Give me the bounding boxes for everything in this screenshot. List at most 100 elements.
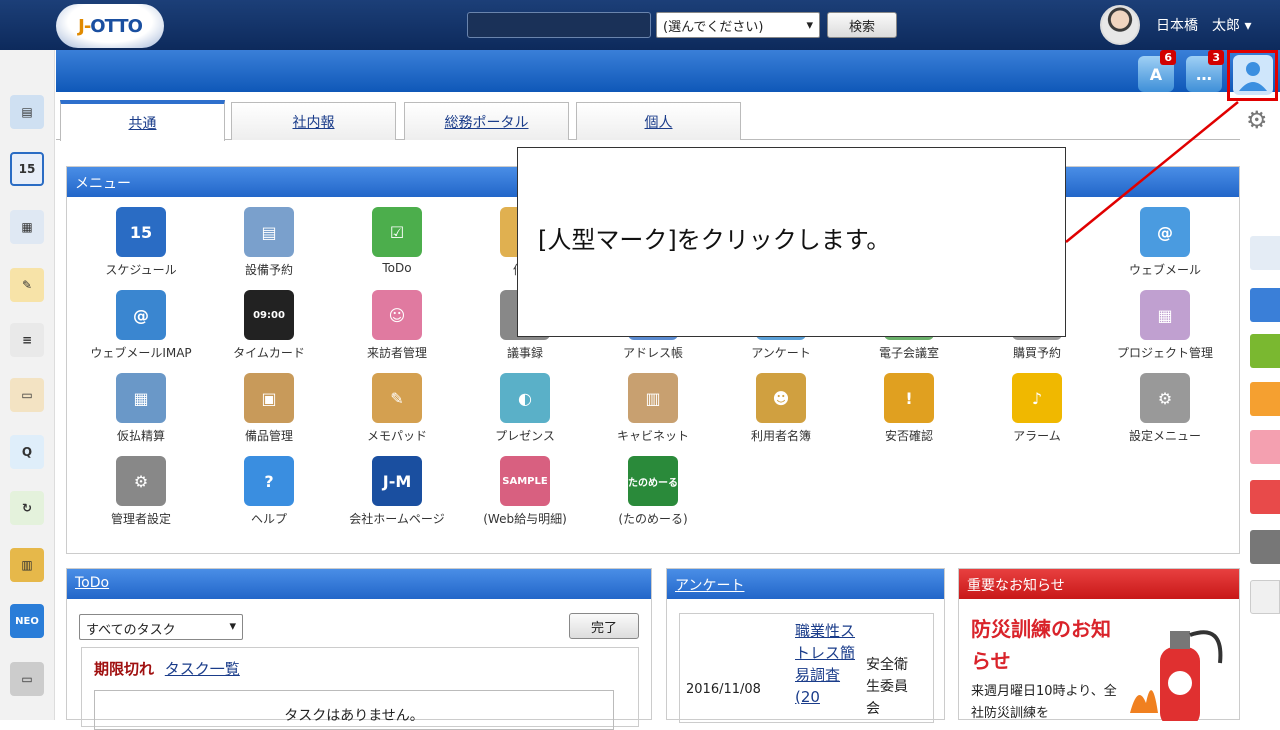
user-avatar[interactable] — [1100, 5, 1140, 45]
survey-row: 2016/11/08 職業性ストレス簡易調査(20 安全衛生委員会 — [679, 613, 934, 723]
menu-item-label: 仮払精算 — [116, 429, 165, 443]
complete-button[interactable]: 完了 — [569, 613, 639, 639]
menu-item-label: 電子会議室 — [878, 346, 939, 360]
search-scope-value: (選んでください) — [663, 19, 764, 35]
notice-headline[interactable]: 防災訓練のお知らせ — [971, 613, 1121, 677]
menu-item[interactable]: ⚙ 設定メニュー — [1105, 373, 1225, 444]
facility-icon[interactable]: ▦ — [10, 210, 44, 244]
calendar-icon[interactable]: 15 — [10, 152, 44, 186]
menu-item[interactable]: ☻ 利用者名簿 — [721, 373, 841, 444]
binder-icon[interactable]: ▥ — [10, 548, 44, 582]
survey-date: 2016/11/08 — [686, 682, 761, 697]
memo-icon: ✎ — [372, 373, 422, 423]
instruction-callout: [人型マーク]をクリックします。 — [517, 147, 1066, 337]
todo-panel-title: ToDo — [67, 569, 651, 599]
tab-internal-news[interactable]: 社内報 — [231, 102, 396, 140]
menu-item[interactable]: ▦ プロジェクト管理 — [1105, 290, 1225, 361]
chat-icon[interactable]: … 3 — [1186, 50, 1224, 92]
task-filter-select[interactable]: すべてのタスク ▾ — [79, 614, 243, 640]
search-button[interactable]: 検索 — [827, 12, 897, 38]
dashboard-icon[interactable]: ▤ — [10, 95, 44, 129]
menu-item[interactable]: ◐ プレゼンス — [465, 373, 585, 444]
color-tab-gray[interactable] — [1250, 530, 1280, 564]
search-input[interactable] — [467, 12, 651, 38]
refresh-icon[interactable]: ↻ — [10, 491, 44, 525]
color-tab-blue[interactable] — [1250, 288, 1280, 322]
alarm-icon: ♪ — [1012, 373, 1062, 423]
menu-item[interactable]: ♪ アラーム — [977, 373, 1097, 444]
menu-item[interactable]: @ ウェブメールIMAP — [81, 290, 201, 361]
folder-icon[interactable]: ▭ — [10, 662, 44, 696]
menu-item[interactable]: ✎ メモパッド — [337, 373, 457, 444]
tab-general-affairs-portal[interactable]: 総務ポータル — [404, 102, 569, 140]
note-icon[interactable]: ✎ — [10, 268, 44, 302]
menu-item[interactable]: 09:00 タイムカード — [209, 290, 329, 361]
empty-task-message: タスクはありません。 — [94, 690, 614, 730]
menu-item-label: 会社ホームページ — [349, 512, 445, 526]
tab-common[interactable]: 共通 — [60, 100, 225, 141]
jmotto-logo[interactable]: J- OTTO — [56, 4, 164, 48]
clipboard-icon[interactable]: ▭ — [10, 378, 44, 412]
menu-item-label: メモパッド — [366, 429, 427, 443]
menu-item-label: 設定メニュー — [1128, 429, 1201, 443]
survey-title-link[interactable]: アンケート — [675, 578, 744, 594]
safety-icon: ! — [884, 373, 934, 423]
menu-item[interactable]: ▣ 備品管理 — [209, 373, 329, 444]
menu-item[interactable]: J-M 会社ホームページ — [337, 456, 457, 527]
cabinet-icon: ▥ — [628, 373, 678, 423]
neo-icon[interactable]: NEO — [10, 604, 44, 638]
survey-link[interactable]: 職業性ストレス簡易調査(20 — [795, 620, 855, 708]
menu-item-label: 安否確認 — [884, 429, 933, 443]
callout-text: [人型マーク]をクリックします。 — [538, 226, 891, 254]
menu-item[interactable]: たのめーる (たのめーる) — [593, 456, 713, 527]
todo-title-link[interactable]: ToDo — [75, 575, 109, 591]
tab-personal[interactable]: 個人 — [576, 102, 741, 140]
menu-item-label: (たのめーる) — [618, 512, 688, 526]
menu-item[interactable]: ▤ 設備予約 — [209, 207, 329, 278]
task-list-box: 期限切れ タスク一覧 タスクはありません。 — [81, 647, 639, 730]
menu-item-label: スケジュール — [105, 263, 177, 277]
menu-item[interactable]: ? ヘルプ — [209, 456, 329, 527]
task-list-link[interactable]: タスク一覧 — [165, 660, 240, 678]
search-scope-select[interactable]: (選んでください) ▾ — [656, 12, 820, 38]
menu-item[interactable]: 15 スケジュール — [81, 207, 201, 278]
webmail-imap-icon: @ — [116, 290, 166, 340]
menu-item-label: キャビネット — [616, 429, 689, 443]
presence-icon: ◐ — [500, 373, 550, 423]
timecard-icon: 09:00 — [244, 290, 294, 340]
menu-item[interactable]: SAMPLE (Web給与明細) — [465, 456, 585, 527]
menu-item[interactable]: ☑ ToDo — [337, 207, 457, 275]
user-name: 日本橋 太郎 — [1156, 18, 1240, 34]
search-document-icon[interactable]: Q — [10, 435, 44, 469]
color-tab-green[interactable] — [1250, 334, 1280, 368]
menu-item[interactable]: ! 安否確認 — [849, 373, 969, 444]
document-icon[interactable]: ≡ — [10, 323, 44, 357]
menu-item[interactable]: ⚙ 管理者設定 — [81, 456, 201, 527]
fire-extinguisher-icon — [1130, 630, 1223, 721]
menu-item[interactable]: ☺ 来訪者管理 — [337, 290, 457, 361]
menu-item-label: ウェブメールIMAP — [90, 346, 192, 360]
caret-down-icon: ▾ — [1244, 18, 1252, 34]
user-list-icon: ☻ — [756, 373, 806, 423]
menu-item[interactable]: ▦ 仮払精算 — [81, 373, 201, 444]
antenna-icon[interactable]: A6 — [1138, 50, 1176, 92]
chevron-down-icon: ▾ — [806, 17, 813, 33]
sticky-note-icon[interactable] — [1250, 236, 1280, 270]
overdue-label: 期限切れ — [94, 660, 155, 678]
menu-item-label: ヘルプ — [250, 512, 287, 526]
color-tab-red[interactable] — [1250, 480, 1280, 514]
menu-item-label: (Web給与明細) — [483, 512, 567, 526]
menu-item-label: 設備予約 — [244, 263, 293, 277]
chevron-down-icon: ▾ — [229, 619, 236, 634]
pencil-icon[interactable] — [1250, 580, 1280, 614]
tanomail-icon: たのめーる — [628, 456, 678, 506]
survey-owner: 安全衛生委員会 — [866, 657, 908, 717]
help-icon: ? — [244, 456, 294, 506]
user-name-menu[interactable]: 日本橋 太郎 ▾ — [1156, 15, 1251, 35]
gear-icon[interactable]: ⚙ — [1246, 106, 1274, 134]
color-tab-orange[interactable] — [1250, 382, 1280, 416]
color-tab-pink[interactable] — [1250, 430, 1280, 464]
facility-icon: ▤ — [244, 207, 294, 257]
menu-item[interactable]: ▥ キャビネット — [593, 373, 713, 444]
notification-badge: 6 — [1160, 50, 1176, 65]
